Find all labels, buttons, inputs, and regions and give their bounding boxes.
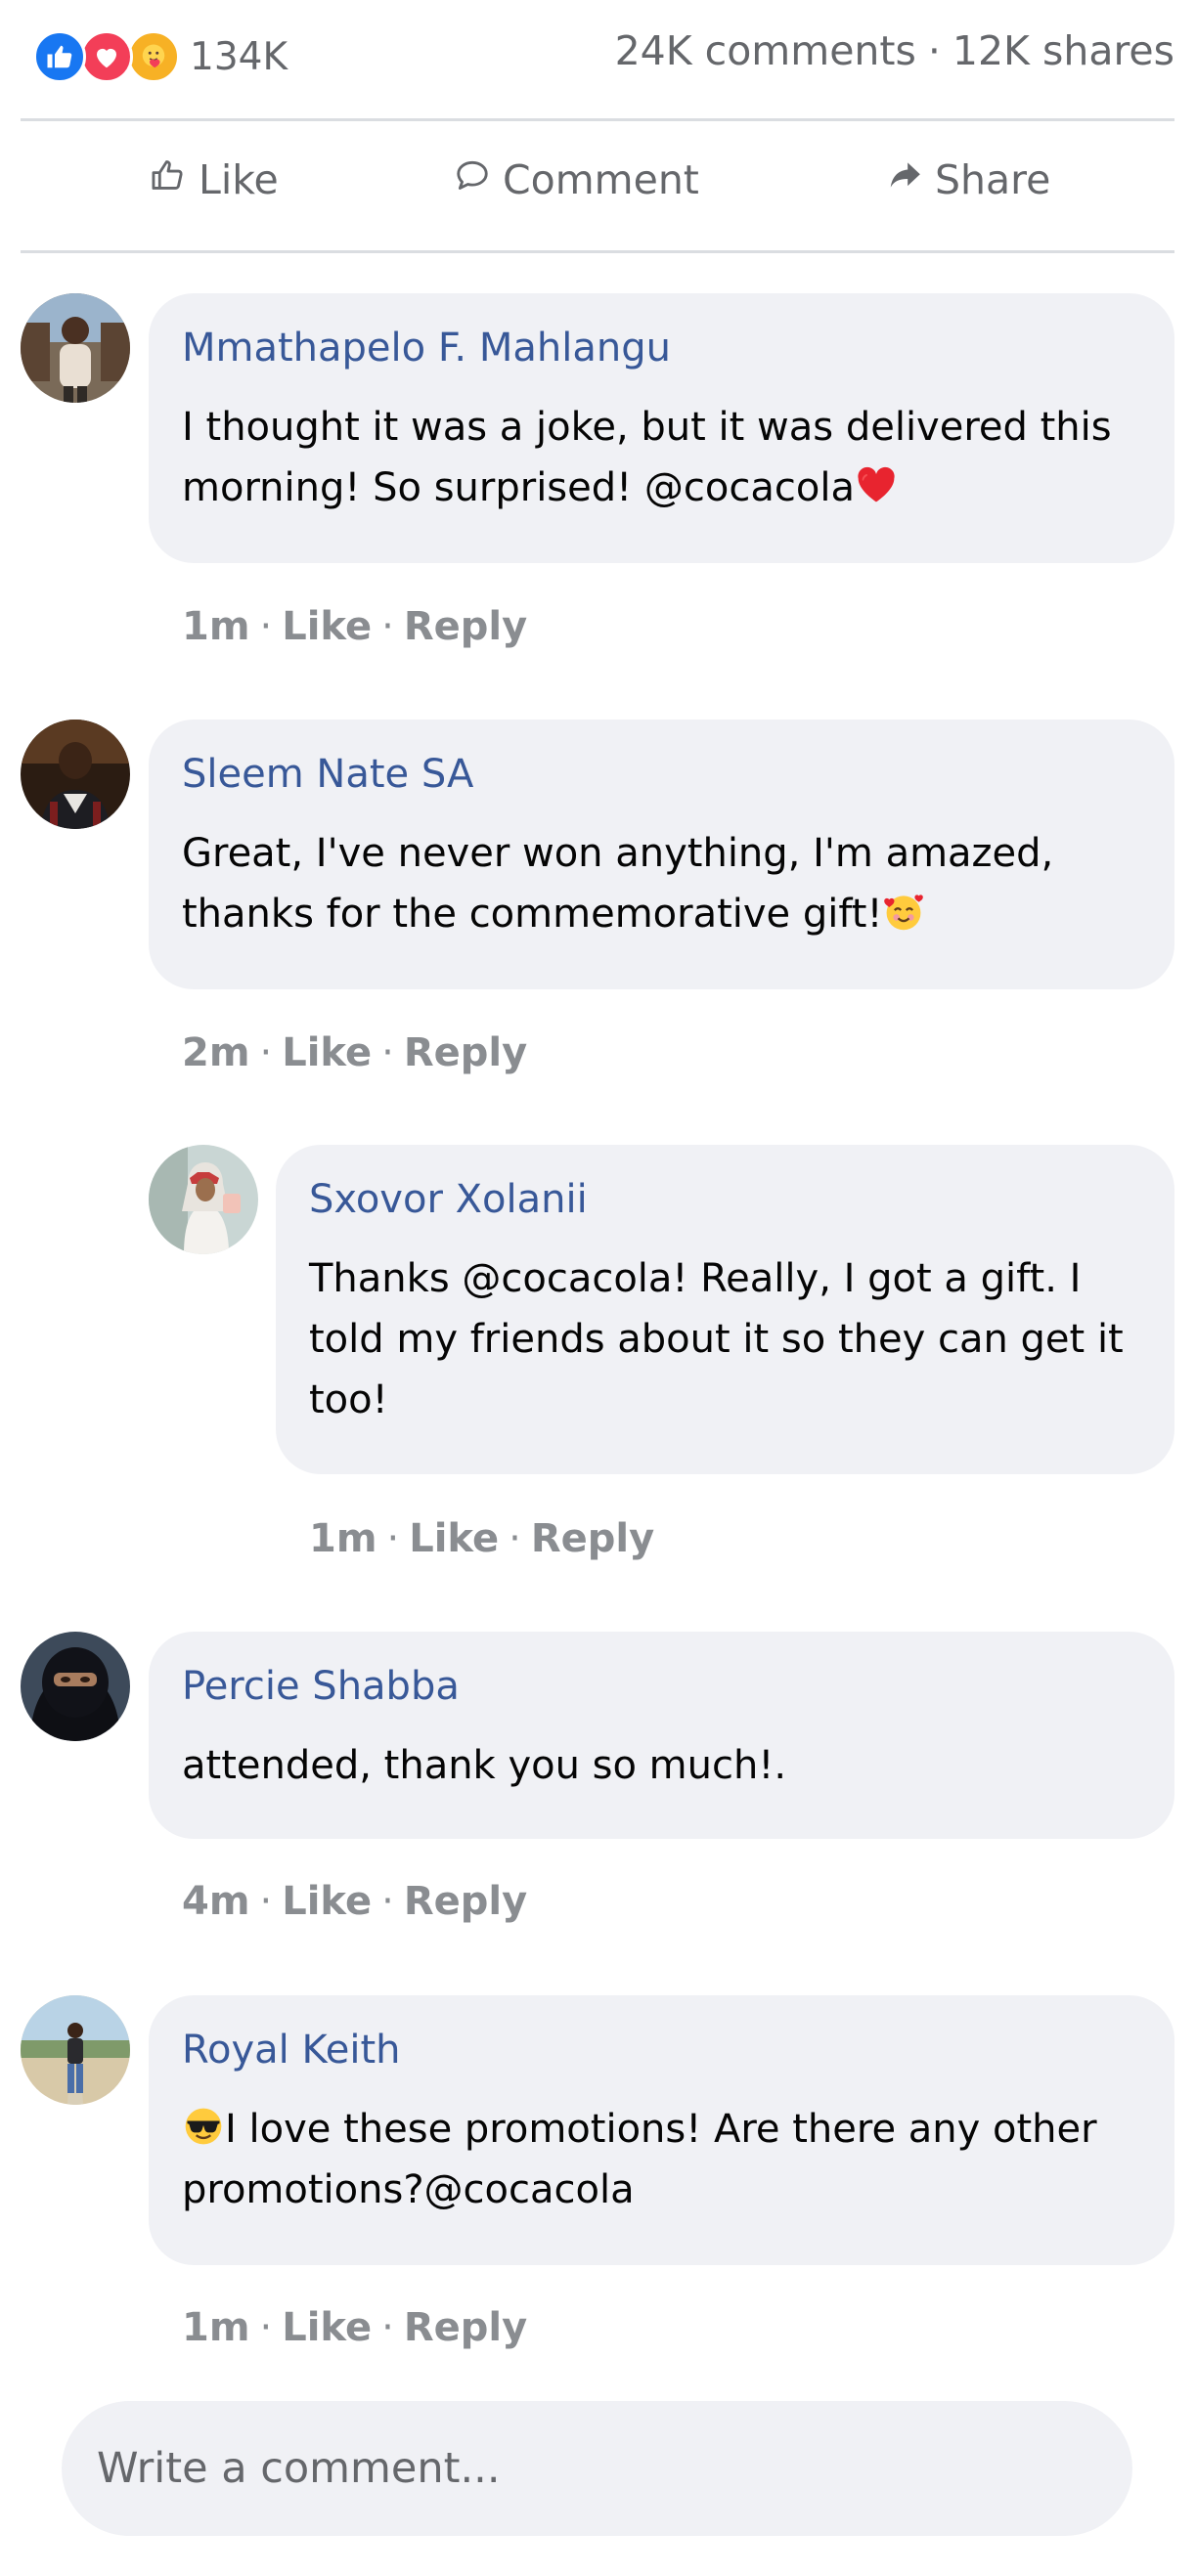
comment-like-link[interactable]: Like [409, 1516, 499, 1561]
actions-divider [21, 250, 1174, 253]
comment-timestamp[interactable]: 1m [309, 1516, 377, 1561]
stats-separator: · [927, 27, 941, 74]
meta-separator: · [381, 604, 394, 649]
comment-text: Great, I've never won anything, I'm amaz… [182, 823, 1141, 944]
comment-timestamp[interactable]: 1m [182, 604, 250, 649]
share-arrow-icon [886, 156, 923, 203]
comment-like-link[interactable]: Like [282, 604, 372, 649]
like-button[interactable]: Like [150, 156, 279, 203]
meta-separator: · [509, 1516, 521, 1561]
comment-body: I love these promotions! Are there any o… [182, 2107, 1097, 2212]
meta-separator: · [386, 1516, 400, 1561]
comment-bubble: Sxovor Xolanii Thanks @cocacola! Really,… [276, 1145, 1174, 1474]
comment-body: I thought it was a joke, but it was deli… [182, 405, 1112, 510]
comment-reply-link[interactable]: Reply [404, 604, 527, 649]
share-count[interactable]: 12K shares [952, 27, 1174, 74]
comment-meta: 4m · Like · Reply [182, 1879, 527, 1924]
comment-like-link[interactable]: Like [282, 2305, 372, 2350]
comment-bubble: Sleem Nate SA Great, I've never won anyt… [149, 720, 1174, 989]
post-stats: 134K 24K comments · 12K shares [21, 22, 1174, 92]
comment-timestamp[interactable]: 1m [182, 2305, 250, 2350]
comment-text: I love these promotions! Are there any o… [182, 2099, 1141, 2220]
comment-text: Thanks @cocacola! Really, I got a gift. … [309, 1248, 1141, 1430]
meta-separator: · [259, 1030, 273, 1075]
speech-bubble-icon [454, 156, 491, 203]
comment-like-link[interactable]: Like [282, 1030, 372, 1075]
comment-timestamp[interactable]: 4m [182, 1879, 250, 1924]
comment-bubble: Percie Shabba attended, thank you so muc… [149, 1632, 1174, 1839]
like-button-label: Like [199, 156, 279, 203]
comment-author[interactable]: Sleem Nate SA [182, 755, 1141, 794]
meta-separator: · [381, 2305, 394, 2350]
comment-author[interactable]: Percie Shabba [182, 1667, 1141, 1706]
thumbs-up-icon [150, 156, 187, 203]
meta-separator: · [259, 604, 273, 649]
meta-separator: · [259, 2305, 273, 2350]
smiling-face-with-hearts-emoji-icon [882, 890, 925, 933]
reaction-count[interactable]: 134K [190, 35, 288, 79]
comment-reply-link[interactable]: Reply [404, 1879, 527, 1924]
red-heart-emoji-icon [855, 463, 898, 506]
meta-separator: · [381, 1030, 394, 1075]
comment-meta: 2m · Like · Reply [182, 1030, 527, 1075]
comment-count[interactable]: 24K comments [615, 27, 916, 74]
write-comment-input[interactable] [62, 2401, 1132, 2536]
comment-button-label: Comment [503, 156, 699, 203]
avatar[interactable] [149, 1145, 258, 1254]
comment-button[interactable]: Comment [454, 156, 699, 203]
comment-timestamp[interactable]: 2m [182, 1030, 250, 1075]
smiling-face-with-sunglasses-emoji-icon [182, 2105, 225, 2148]
comment-meta: 1m · Like · Reply [182, 2305, 527, 2350]
avatar[interactable] [21, 720, 130, 829]
avatar[interactable] [21, 293, 130, 403]
avatar[interactable] [21, 1632, 130, 1741]
comment-text: I thought it was a joke, but it was deli… [182, 397, 1141, 518]
comment-author[interactable]: Sxovor Xolanii [309, 1180, 1141, 1219]
like-reaction-icon [33, 30, 86, 83]
meta-separator: · [381, 1879, 394, 1924]
comment-author[interactable]: Royal Keith [182, 2030, 1141, 2070]
comment-reply-link[interactable]: Reply [404, 2305, 527, 2350]
meta-separator: · [259, 1879, 273, 1924]
comment-body: Thanks @cocacola! Really, I got a gift. … [309, 1256, 1124, 1422]
comment-text: attended, thank you so much!. [182, 1735, 1141, 1796]
comment-meta: 1m · Like · Reply [309, 1516, 654, 1561]
comment-like-link[interactable]: Like [282, 1879, 372, 1924]
comment-bubble: Mmathapelo F. Mahlangu I thought it was … [149, 293, 1174, 563]
comment-body: attended, thank you so much!. [182, 1743, 787, 1788]
comment-author[interactable]: Mmathapelo F. Mahlangu [182, 328, 1141, 368]
love-reaction-icon [80, 30, 133, 83]
comment-meta: 1m · Like · Reply [182, 604, 527, 649]
reaction-summary[interactable]: 134K [33, 27, 288, 86]
share-button[interactable]: Share [886, 156, 1050, 203]
comment-reply-link[interactable]: Reply [531, 1516, 654, 1561]
comment-bubble: Royal Keith I love these promotions! Are… [149, 1995, 1174, 2265]
avatar[interactable] [21, 1995, 130, 2105]
engagement-counts: 24K comments · 12K shares [615, 27, 1174, 74]
share-button-label: Share [935, 156, 1051, 203]
care-reaction-icon [127, 30, 180, 83]
comment-reply-link[interactable]: Reply [404, 1030, 527, 1075]
post-action-bar: Like Comment Share [21, 121, 1174, 250]
